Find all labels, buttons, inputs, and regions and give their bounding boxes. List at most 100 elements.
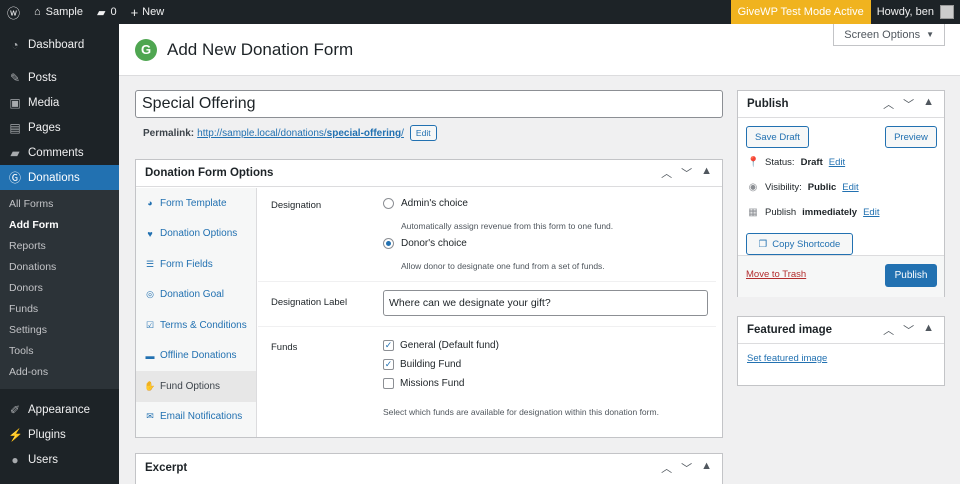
tab-offline-donations[interactable]: ▬ Offline Donations (136, 341, 256, 372)
publish-actions: Move to Trash Publish (738, 255, 944, 297)
sidebar-item-appearance[interactable]: ✐ Appearance (0, 397, 119, 422)
main-content: G Add New Donation Form Screen Options ▼… (119, 24, 960, 484)
edit-schedule-link[interactable]: Edit (863, 207, 879, 218)
move-down-icon[interactable]: ﹀ (681, 165, 692, 181)
move-up-icon[interactable]: ︿ (661, 165, 672, 181)
submenu-tools[interactable]: Tools (0, 341, 119, 362)
move-down-icon[interactable]: ﹀ (903, 96, 914, 112)
move-up-icon[interactable]: ︿ (883, 322, 894, 338)
pin-icon: 📍 (747, 157, 760, 168)
sidebar-item-donations[interactable]: Ⓖ Donations (0, 165, 119, 190)
permalink: Permalink: http://sample.local/donations… (143, 124, 437, 142)
publish-title: Publish (747, 98, 789, 110)
toggle-panel-icon[interactable]: ▲ (701, 165, 712, 181)
designation-label-input[interactable]: Where can we designate your gift? (383, 290, 708, 316)
sidebar-item-users[interactable]: ● Users (0, 447, 119, 472)
save-draft-button[interactable]: Save Draft (746, 126, 809, 148)
tab-form-fields[interactable]: ☰ Form Fields (136, 249, 256, 280)
media-icon: ▣ (9, 95, 21, 110)
sidebar-item-media[interactable]: ▣ Media (0, 90, 119, 115)
publish-box: Publish ︿ ﹀ ▲ Save Draft Preview 📍 Statu… (737, 90, 945, 297)
visibility-row: ◉ Visibility: Public Edit (748, 182, 859, 193)
admin-sidebar: ◔ Dashboard ✎ Posts ▣ Media ▤ Pages ▰ Co… (0, 24, 119, 484)
screen-options-button[interactable]: Screen Options ▼ (833, 24, 945, 46)
tab-terms-conditions[interactable]: ☑ Terms & Conditions (136, 310, 256, 341)
submenu-all-forms[interactable]: All Forms (0, 194, 119, 215)
tab-email-notifications[interactable]: ✉ Email Notifications (136, 402, 256, 433)
toggle-panel-icon[interactable]: ▲ (701, 460, 712, 476)
publish-button[interactable]: Publish (885, 264, 937, 287)
submenu-add-ons[interactable]: Add-ons (0, 362, 119, 383)
submenu-donors[interactable]: Donors (0, 278, 119, 299)
give-icon: Ⓖ (8, 171, 21, 185)
move-up-icon[interactable]: ︿ (661, 460, 672, 476)
submenu-reports[interactable]: Reports (0, 236, 119, 257)
user-account-link[interactable]: Howdy, ben (871, 0, 960, 24)
sidebar-item-posts[interactable]: ✎ Posts (0, 65, 119, 90)
submenu-funds[interactable]: Funds (0, 299, 119, 320)
tab-fund-options[interactable]: ✋ Fund Options (136, 371, 256, 402)
card-icon: ▬ (145, 350, 155, 361)
move-down-icon[interactable]: ﹀ (903, 322, 914, 338)
calendar-icon: ▦ (748, 207, 758, 218)
tab-donation-goal[interactable]: ◎ Donation Goal (136, 280, 256, 311)
fund-checkbox-building[interactable]: ✓ Building Fund (383, 359, 461, 370)
comments-link[interactable]: ▰ 0 (90, 0, 124, 24)
fund-checkbox-missions[interactable]: Missions Fund (383, 378, 464, 389)
target-icon: ◎ (146, 289, 154, 300)
sidebar-item-pages[interactable]: ▤ Pages (0, 115, 119, 140)
move-down-icon[interactable]: ﹀ (681, 460, 692, 476)
donor-choice-radio[interactable]: Donor's choice (383, 238, 467, 249)
donations-submenu: All Forms Add Form Reports Donations Don… (0, 190, 119, 389)
featured-image-title: Featured image (747, 324, 832, 336)
featured-image-box: Featured image ︿ ﹀ ▲ Set featured image (737, 316, 945, 386)
edit-status-link[interactable]: Edit (829, 157, 845, 168)
excerpt-title: Excerpt (145, 461, 188, 474)
move-to-trash-link[interactable]: Move to Trash (746, 269, 806, 280)
mail-icon: ✉ (146, 411, 154, 422)
avatar (940, 5, 954, 19)
copy-icon: ❐ (758, 238, 768, 250)
designation-label-row: Designation Label Where can we designate… (258, 283, 716, 327)
set-featured-image-link[interactable]: Set featured image (747, 353, 827, 364)
admin-bar: ⓦ ⌂ Sample ▰ 0 + New GiveWP Test Mode Ac… (0, 0, 960, 24)
sidebar-item-comments[interactable]: ▰ Comments (0, 140, 119, 165)
submenu-donations[interactable]: Donations (0, 257, 119, 278)
funds-row: Funds ✓ General (Default fund) ✓ Buildin… (271, 340, 659, 417)
page-title: Add New Donation Form (167, 39, 354, 59)
tab-donation-options[interactable]: ♥ Donation Options (136, 219, 256, 250)
submenu-add-form[interactable]: Add Form (0, 215, 119, 236)
toggle-panel-icon[interactable]: ▲ (923, 96, 934, 112)
plugin-icon: ⚡ (8, 427, 23, 442)
tab-form-template[interactable]: ◕ Form Template (136, 188, 256, 219)
test-mode-badge[interactable]: GiveWP Test Mode Active (730, 0, 871, 24)
wordpress-logo-icon[interactable]: ⓦ (0, 0, 27, 24)
edit-visibility-link[interactable]: Edit (842, 182, 858, 193)
fund-options-panel: Designation Admin's choice Automatically… (258, 188, 722, 437)
givewp-logo-icon: G (135, 38, 157, 61)
sidebar-item-plugins[interactable]: ⚡ Plugins (0, 422, 119, 447)
submenu-settings[interactable]: Settings (0, 320, 119, 341)
pages-icon: ▤ (9, 120, 21, 135)
move-up-icon[interactable]: ︿ (883, 96, 894, 112)
sidebar-item-dashboard[interactable]: ◔ Dashboard (0, 32, 119, 57)
form-title-input[interactable]: Special Offering (135, 90, 723, 118)
copy-shortcode-button[interactable]: ❐ Copy Shortcode (746, 233, 853, 255)
site-name-link[interactable]: ⌂ Sample (27, 0, 90, 24)
pin-icon: ✎ (9, 70, 21, 85)
new-content-link[interactable]: + New (124, 0, 172, 24)
permalink-url[interactable]: http://sample.local/donations/special-of… (197, 128, 404, 139)
donation-form-options-box: Donation Form Options ︿ ﹀ ▲ ◕ Form Templa… (135, 159, 723, 438)
edit-permalink-button[interactable]: Edit (409, 125, 437, 141)
options-tabs: ◕ Form Template ♥ Donation Options ☰ Form F… (136, 188, 257, 437)
user-icon: ● (11, 452, 19, 467)
designation-row: Designation Admin's choice Automatically… (258, 188, 716, 282)
plus-icon: + (130, 4, 139, 20)
preview-button[interactable]: Preview (885, 126, 937, 148)
toggle-panel-icon[interactable]: ▲ (923, 322, 934, 338)
admin-choice-radio[interactable]: Admin's choice (383, 198, 468, 209)
brush-icon: ✐ (9, 402, 21, 417)
dashboard-icon: ◔ (11, 37, 19, 52)
comment-icon: ▰ (96, 6, 106, 19)
fund-checkbox-general[interactable]: ✓ General (Default fund) (383, 340, 499, 351)
